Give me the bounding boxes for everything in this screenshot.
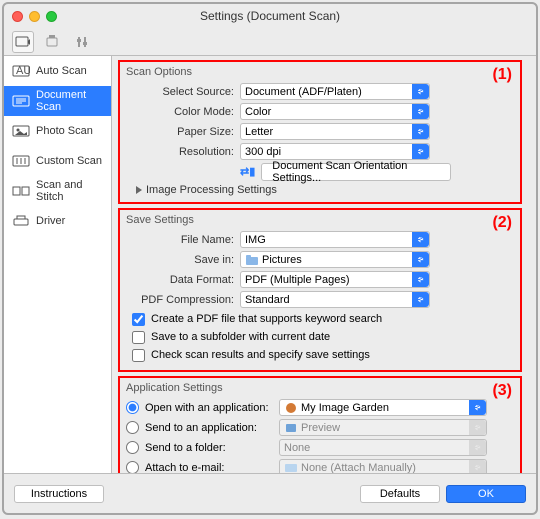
- sidebar-item-scan-stitch[interactable]: Scan and Stitch: [4, 176, 111, 206]
- title-bar: Settings (Document Scan): [4, 4, 536, 28]
- data-format-dropdown[interactable]: PDF (Multiple Pages): [240, 271, 430, 288]
- window-title: Settings (Document Scan): [4, 9, 536, 23]
- send-to-app-dropdown: Preview: [279, 419, 487, 436]
- save-settings-title: Save Settings: [126, 214, 514, 226]
- color-mode-dropdown[interactable]: Color: [240, 103, 430, 120]
- sidebar-item-label: Driver: [36, 215, 65, 227]
- sidebar-item-document-scan[interactable]: Document Scan: [4, 86, 111, 116]
- application-settings-group: (3) Application Settings Open with an ap…: [118, 376, 522, 473]
- duplex-icon: ⇄▮: [240, 165, 255, 178]
- chevron-updown-icon: [469, 420, 486, 435]
- scan-options-group: (1) Scan Options Select Source: Document…: [118, 60, 522, 204]
- file-name-field[interactable]: IMG: [240, 231, 430, 248]
- open-with-label: Open with an application:: [145, 402, 273, 414]
- instructions-button[interactable]: Instructions: [14, 485, 104, 503]
- sidebar-item-label: Scan and Stitch: [36, 179, 111, 203]
- paper-size-dropdown[interactable]: Letter: [240, 123, 430, 140]
- chevron-updown-icon: [412, 292, 429, 307]
- color-mode-label: Color Mode:: [126, 106, 240, 118]
- auto-scan-icon: AUTO: [12, 64, 30, 78]
- preview-icon: [284, 422, 298, 434]
- svg-text:AUTO: AUTO: [16, 65, 30, 77]
- pdf-compression-label: PDF Compression:: [126, 294, 240, 306]
- paper-size-label: Paper Size:: [126, 126, 240, 138]
- annotation-1: (1): [492, 66, 512, 84]
- check-results-checkbox[interactable]: Check scan results and specify save sett…: [132, 346, 514, 364]
- pdf-compression-dropdown[interactable]: Standard: [240, 291, 430, 308]
- save-in-label: Save in:: [126, 254, 240, 266]
- send-to-app-radio[interactable]: [126, 421, 139, 434]
- chevron-updown-icon: [412, 252, 429, 267]
- folder-icon: [245, 254, 259, 266]
- data-format-label: Data Format:: [126, 274, 240, 286]
- chevron-updown-icon: [412, 124, 429, 139]
- document-icon: [12, 94, 30, 108]
- scan-options-title: Scan Options: [126, 66, 514, 78]
- stitch-icon: [12, 184, 30, 198]
- attach-email-dropdown: None (Attach Manually): [279, 459, 487, 473]
- toolbar: [4, 28, 536, 56]
- open-with-dropdown[interactable]: My Image Garden: [279, 399, 487, 416]
- image-processing-disclosure[interactable]: Image Processing Settings: [136, 184, 514, 196]
- resolution-label: Resolution:: [126, 146, 240, 158]
- chevron-updown-icon: [412, 144, 429, 159]
- custom-icon: [12, 154, 30, 168]
- save-settings-group: (2) Save Settings File Name: IMG Save in…: [118, 208, 522, 372]
- sidebar-item-label: Photo Scan: [36, 125, 93, 137]
- open-with-radio[interactable]: [126, 401, 139, 414]
- resolution-dropdown[interactable]: 300 dpi: [240, 143, 430, 160]
- file-name-label: File Name:: [126, 234, 240, 246]
- save-in-dropdown[interactable]: Pictures: [240, 251, 430, 268]
- annotation-2: (2): [492, 214, 512, 232]
- select-source-dropdown[interactable]: Document (ADF/Platen): [240, 83, 430, 100]
- sidebar-item-photo-scan[interactable]: Photo Scan: [4, 116, 111, 146]
- app-settings-title: Application Settings: [126, 382, 514, 394]
- annotation-3: (3): [492, 382, 512, 400]
- sidebar-item-label: Document Scan: [36, 89, 111, 113]
- send-to-folder-dropdown: None: [279, 439, 487, 456]
- sidebar-item-label: Custom Scan: [36, 155, 102, 167]
- subfolder-checkbox[interactable]: Save to a subfolder with current date: [132, 328, 514, 346]
- scan-from-computer-icon[interactable]: [12, 31, 34, 53]
- scan-from-panel-icon[interactable]: [42, 31, 64, 53]
- chevron-updown-icon: [412, 104, 429, 119]
- app-icon: [284, 402, 298, 414]
- attach-email-radio[interactable]: [126, 461, 139, 473]
- driver-icon: [12, 214, 30, 228]
- select-source-label: Select Source:: [126, 86, 240, 98]
- attach-email-label: Attach to e-mail:: [145, 462, 273, 474]
- footer: Instructions Defaults OK: [4, 473, 536, 513]
- send-to-app-label: Send to an application:: [145, 422, 273, 434]
- chevron-updown-icon: [412, 232, 429, 247]
- sidebar-item-label: Auto Scan: [36, 65, 87, 77]
- send-to-folder-radio[interactable]: [126, 441, 139, 454]
- chevron-updown-icon: [412, 84, 429, 99]
- triangle-right-icon: [136, 186, 142, 194]
- chevron-updown-icon: [469, 440, 486, 455]
- sidebar-item-driver[interactable]: Driver: [4, 206, 111, 236]
- send-to-folder-label: Send to a folder:: [145, 442, 273, 454]
- sidebar-item-custom-scan[interactable]: Custom Scan: [4, 146, 111, 176]
- chevron-updown-icon: [469, 460, 486, 473]
- ok-button[interactable]: OK: [446, 485, 526, 503]
- sidebar-item-auto-scan[interactable]: AUTO Auto Scan: [4, 56, 111, 86]
- chevron-updown-icon: [469, 400, 486, 415]
- settings-general-icon[interactable]: [72, 31, 94, 53]
- sidebar: AUTO Auto Scan Document Scan Photo Scan …: [4, 56, 112, 473]
- mail-icon: [284, 462, 298, 474]
- photo-icon: [12, 124, 30, 138]
- chevron-updown-icon: [412, 272, 429, 287]
- keyword-search-checkbox[interactable]: Create a PDF file that supports keyword …: [132, 310, 514, 328]
- orientation-settings-button[interactable]: Document Scan Orientation Settings...: [261, 163, 451, 181]
- defaults-button[interactable]: Defaults: [360, 485, 440, 503]
